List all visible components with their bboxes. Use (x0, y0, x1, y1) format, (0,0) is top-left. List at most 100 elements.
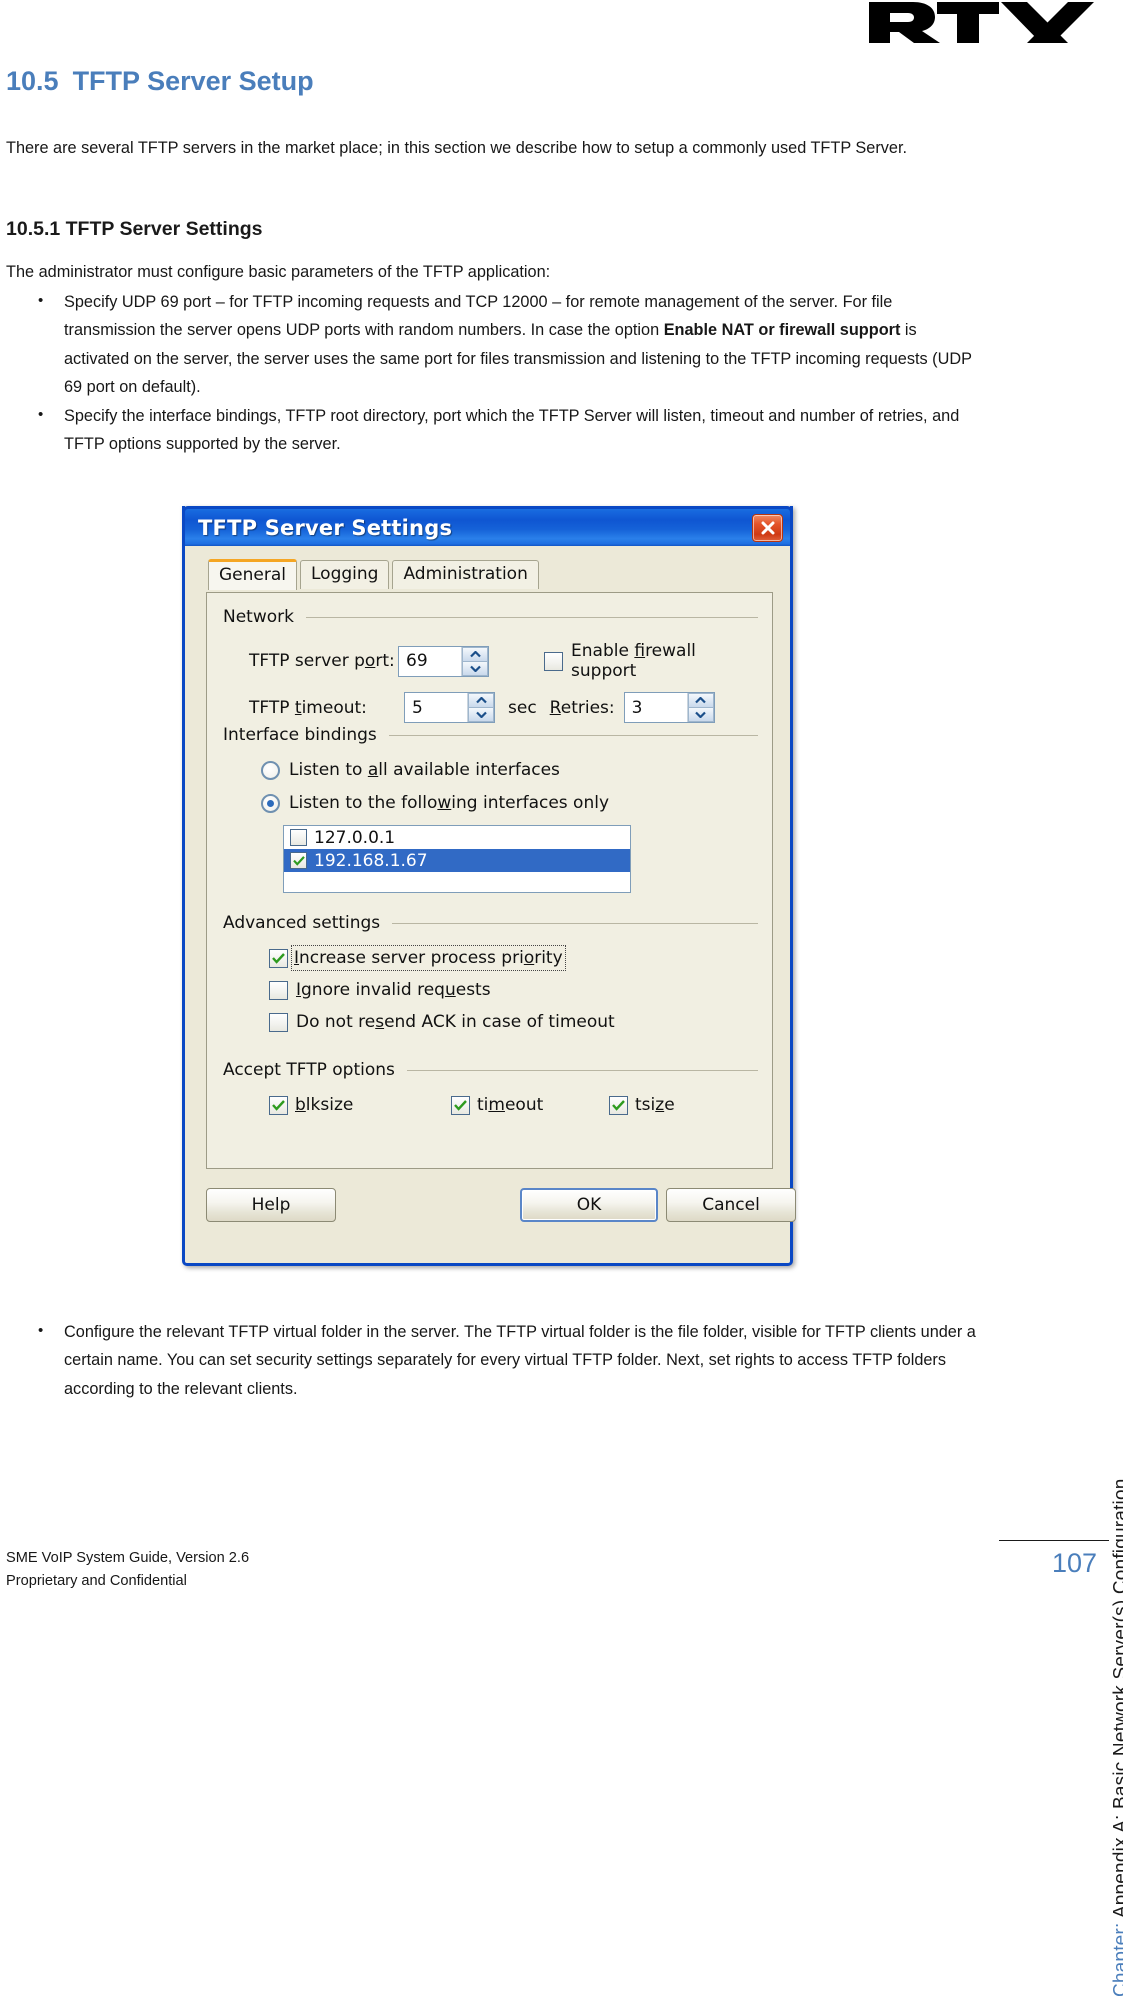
chevron-down-icon[interactable] (462, 660, 489, 676)
ignore-invalid-checkbox[interactable] (269, 980, 288, 1000)
dialog-title-bar[interactable]: TFTP Server Settings (182, 506, 793, 546)
server-port-label: TFTP server port: (249, 651, 395, 671)
chevron-up-icon[interactable] (468, 693, 494, 707)
timeout-option[interactable]: timeout (451, 1095, 609, 1115)
list-item[interactable]: 127.0.0.1 (284, 826, 630, 849)
no-resend-ack-row[interactable]: Do not resend ACK in case of timeout (223, 1012, 758, 1032)
bullet-list-bottom: Configure the relevant TFTP virtual fold… (6, 1317, 986, 1403)
server-port-arrows[interactable] (461, 646, 489, 676)
timeout-row: TFTP timeout: 5 sec Retries: 3 (223, 692, 758, 723)
enable-firewall-checkbox[interactable] (544, 651, 564, 671)
footer-divider (999, 1540, 1109, 1541)
tab-strip: General Logging Administration (185, 546, 790, 590)
timeout-input[interactable]: 5 (405, 693, 467, 722)
blksize-checkbox[interactable] (269, 1095, 288, 1115)
bullet-text-pre: Configure the relevant TFTP virtual fold… (64, 1323, 976, 1398)
enable-firewall-label: Enable firewall support (571, 641, 696, 681)
interface-checkbox[interactable] (290, 829, 307, 846)
interface-checkbox[interactable] (290, 852, 307, 869)
tab-administration[interactable]: Administration (392, 560, 539, 589)
close-icon[interactable] (752, 513, 783, 542)
timeout-stepper[interactable]: 5 (404, 692, 495, 723)
blksize-option[interactable]: blksize (269, 1095, 451, 1115)
group-divider (388, 734, 758, 736)
general-tab-panel: Network TFTP server port: 69 Enable fire… (206, 592, 773, 1169)
footer-text: SME VoIP System Guide, Version 2.6 Propr… (6, 1547, 249, 1593)
footer-line-2: Proprietary and Confidential (6, 1573, 187, 1589)
increase-priority-row[interactable]: Increase server process priority (223, 945, 758, 971)
advanced-settings-label: Advanced settings (223, 913, 381, 933)
bullet-text-bold: Enable NAT or firewall support (663, 321, 901, 340)
network-group-header: Network (223, 607, 758, 627)
radio-listen-following[interactable] (261, 793, 280, 813)
ok-button[interactable]: OK (520, 1188, 658, 1222)
server-port-row: TFTP server port: 69 Enable firewall sup… (223, 641, 758, 681)
retries-input[interactable]: 3 (624, 693, 687, 722)
timeout-arrows[interactable] (467, 693, 494, 722)
list-item: Configure the relevant TFTP virtual fold… (6, 1317, 986, 1403)
list-item: Specify the interface bindings, TFTP roo… (6, 401, 986, 459)
page-title: 10.5 TFTP Server Setup (6, 66, 314, 97)
ignore-invalid-label: Ignore invalid requests (296, 980, 491, 1000)
tsize-checkbox[interactable] (609, 1095, 628, 1115)
network-group: Network TFTP server port: 69 Enable fire… (223, 607, 758, 723)
no-resend-ack-label: Do not resend ACK in case of timeout (296, 1012, 615, 1032)
tsize-option[interactable]: tsize (609, 1095, 675, 1115)
page-title-text: TFTP Server Setup (72, 66, 314, 96)
group-divider (305, 616, 758, 618)
dialog-title: TFTP Server Settings (198, 515, 453, 540)
page-title-number: 10.5 (6, 66, 59, 96)
no-resend-ack-checkbox[interactable] (269, 1012, 288, 1032)
increase-priority-checkbox[interactable] (269, 948, 288, 968)
list-item: Specify UDP 69 port – for TFTP incoming … (6, 287, 986, 402)
group-divider (392, 922, 758, 924)
increase-priority-label: Increase server process priority (291, 945, 566, 971)
radio-listen-following-row[interactable]: Listen to the following interfaces only (223, 793, 758, 813)
intro-paragraph: There are several TFTP servers in the ma… (6, 139, 907, 157)
advanced-settings-group: Advanced settings Increase server proces… (223, 913, 758, 1032)
network-group-label: Network (223, 607, 294, 627)
ignore-invalid-row[interactable]: Ignore invalid requests (223, 980, 758, 1000)
tftp-options-row: blksize timeout tsize (223, 1095, 758, 1115)
radio-listen-following-label: Listen to the following interfaces only (289, 793, 610, 813)
list-item[interactable]: 192.168.1.67 (284, 849, 630, 872)
enable-firewall-row[interactable]: Enable firewall support (544, 641, 758, 681)
accept-tftp-options-header: Accept TFTP options (223, 1060, 758, 1080)
interface-address: 127.0.0.1 (314, 827, 396, 848)
chevron-down-icon[interactable] (468, 707, 494, 722)
help-button[interactable]: Help (206, 1188, 336, 1222)
blksize-label: blksize (295, 1095, 354, 1115)
radio-listen-all-label: Listen to all available interfaces (289, 760, 560, 780)
chevron-up-icon[interactable] (462, 646, 489, 661)
radio-listen-all-row[interactable]: Listen to all available interfaces (223, 760, 758, 780)
timeout-label: TFTP timeout: (249, 697, 367, 718)
chapter-rest: Appendix A: Basic Network Server(s) Conf… (1111, 1478, 1123, 1919)
accept-tftp-options-label: Accept TFTP options (223, 1060, 395, 1080)
cancel-button[interactable]: Cancel (666, 1188, 796, 1222)
tab-logging[interactable]: Logging (300, 560, 390, 589)
retries-stepper[interactable]: 3 (623, 692, 715, 723)
tab-general[interactable]: General (208, 559, 297, 590)
server-port-input[interactable]: 69 (399, 646, 462, 676)
tftp-server-settings-dialog: TFTP Server Settings General Logging Adm… (182, 506, 796, 1266)
chapter-sidebar-label: Chapter: Appendix A: Basic Network Serve… (1111, 1479, 1123, 1997)
group-divider (406, 1069, 758, 1071)
radio-listen-all[interactable] (261, 760, 280, 780)
sec-label: sec (508, 697, 537, 718)
footer-line-1: SME VoIP System Guide, Version 2.6 (6, 1550, 250, 1566)
chevron-down-icon[interactable] (687, 707, 714, 722)
timeout-option-checkbox[interactable] (451, 1095, 470, 1115)
chevron-up-icon[interactable] (687, 693, 714, 707)
retries-label: Retries: (549, 697, 615, 718)
rtx-logo (863, 0, 1103, 48)
interface-bindings-header: Interface bindings (223, 725, 758, 745)
chapter-prefix: Chapter: (1111, 1922, 1123, 1997)
interfaces-listbox[interactable]: 127.0.0.1 192.168.1.67 (283, 825, 631, 893)
interface-address: 192.168.1.67 (314, 850, 428, 871)
admin-paragraph: The administrator must configure basic p… (6, 263, 551, 281)
interface-bindings-label: Interface bindings (223, 725, 377, 745)
retries-arrows[interactable] (686, 693, 714, 722)
server-port-stepper[interactable]: 69 (398, 645, 490, 677)
section-subheading: 10.5.1 TFTP Server Settings (6, 218, 263, 240)
bullet-list-top: Specify UDP 69 port – for TFTP incoming … (6, 287, 986, 459)
